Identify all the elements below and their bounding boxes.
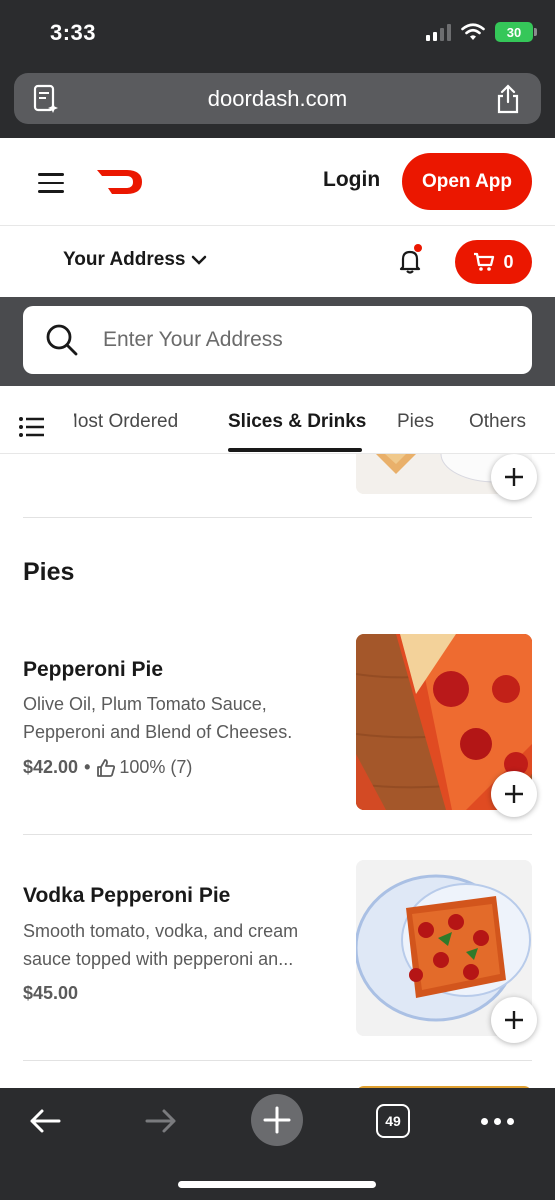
previous-item-meta bbox=[23, 454, 143, 465]
thumbs-up-icon bbox=[97, 758, 116, 777]
more-icon[interactable] bbox=[481, 1118, 514, 1125]
status-time: 3:33 bbox=[50, 20, 97, 45]
separator-dot: • bbox=[84, 757, 91, 777]
back-icon[interactable] bbox=[27, 1106, 63, 1136]
item-price: $42.00 bbox=[23, 757, 79, 777]
cart-count: 0 bbox=[503, 251, 514, 272]
browser-top-chrome: 3:33 30 doordash.com bbox=[0, 0, 555, 138]
tabs-icon[interactable]: 49 bbox=[376, 1104, 410, 1138]
share-icon[interactable] bbox=[495, 84, 521, 114]
item-name: Pepperoni Pie bbox=[23, 658, 164, 681]
tab-slices-drinks[interactable]: Slices & Drinks bbox=[228, 411, 366, 433]
notification-dot bbox=[414, 244, 422, 252]
search-box[interactable] bbox=[23, 306, 532, 374]
plus-icon bbox=[263, 1106, 291, 1134]
item-price-row: $45.00 bbox=[23, 983, 78, 1004]
new-tab-button[interactable] bbox=[251, 1094, 303, 1146]
tab-pies[interactable]: Pies bbox=[397, 411, 434, 433]
plus-icon bbox=[505, 785, 523, 803]
search-icon bbox=[46, 324, 78, 356]
address-label: Your Address bbox=[63, 249, 186, 270]
forward-icon[interactable] bbox=[143, 1106, 179, 1136]
tab-clip: Most Ordered bbox=[74, 386, 224, 454]
open-app-button[interactable]: Open App bbox=[402, 153, 532, 210]
add-item-button[interactable] bbox=[491, 997, 537, 1043]
chevron-down-icon bbox=[192, 255, 207, 265]
tab-others[interactable]: Others bbox=[469, 411, 526, 433]
browser-bottom-bar: 49 bbox=[0, 1088, 555, 1200]
reader-icon[interactable] bbox=[32, 84, 60, 114]
login-link[interactable]: Login bbox=[323, 168, 380, 192]
wifi-icon bbox=[461, 23, 485, 40]
divider bbox=[23, 834, 532, 835]
item-name: Vodka Pepperoni Pie bbox=[23, 884, 231, 907]
doordash-logo[interactable] bbox=[96, 166, 144, 196]
url-bar[interactable]: doordash.com bbox=[14, 73, 541, 124]
item-rating-text: 100% (7) bbox=[119, 757, 193, 777]
section-title: Pies bbox=[23, 558, 75, 586]
item-rating: 100% (7) bbox=[96, 757, 192, 778]
item-description: Smooth tomato, vodka, and cream sauce to… bbox=[23, 921, 299, 969]
item-description: Olive Oil, Plum Tomato Sauce, Pepperoni … bbox=[23, 694, 293, 742]
add-item-button[interactable] bbox=[491, 454, 537, 500]
status-icons: 30 bbox=[426, 22, 537, 42]
category-tabs: Most Ordered Slices & Drinks Pies Others bbox=[0, 386, 555, 454]
hamburger-icon[interactable] bbox=[38, 173, 64, 193]
divider bbox=[23, 1060, 532, 1061]
search-band bbox=[0, 297, 555, 386]
menu-content: Pies Pepperoni Pie Olive Oil, Plum Tomat… bbox=[0, 454, 555, 1088]
add-item-button[interactable] bbox=[491, 771, 537, 817]
plus-icon bbox=[505, 1011, 523, 1029]
cart-button[interactable]: 0 bbox=[455, 240, 532, 284]
divider bbox=[23, 517, 532, 518]
battery-icon: 30 bbox=[495, 22, 537, 42]
active-tab-indicator bbox=[228, 448, 362, 452]
address-search-input[interactable] bbox=[103, 328, 483, 352]
home-indicator bbox=[178, 1181, 376, 1188]
tab-most-ordered[interactable]: Most Ordered bbox=[74, 411, 178, 433]
item-price-row: $42.00 • 100% (7) bbox=[23, 757, 192, 778]
address-row: Your Address 0 bbox=[0, 227, 555, 297]
cart-icon bbox=[474, 252, 495, 271]
list-icon[interactable] bbox=[19, 417, 45, 437]
address-selector[interactable]: Your Address bbox=[63, 249, 207, 271]
site-header: Login Open App bbox=[0, 138, 555, 226]
url-text: doordash.com bbox=[207, 85, 348, 111]
signal-icon bbox=[426, 23, 451, 41]
item-price: $45.00 bbox=[23, 983, 79, 1003]
plus-icon bbox=[505, 468, 523, 486]
